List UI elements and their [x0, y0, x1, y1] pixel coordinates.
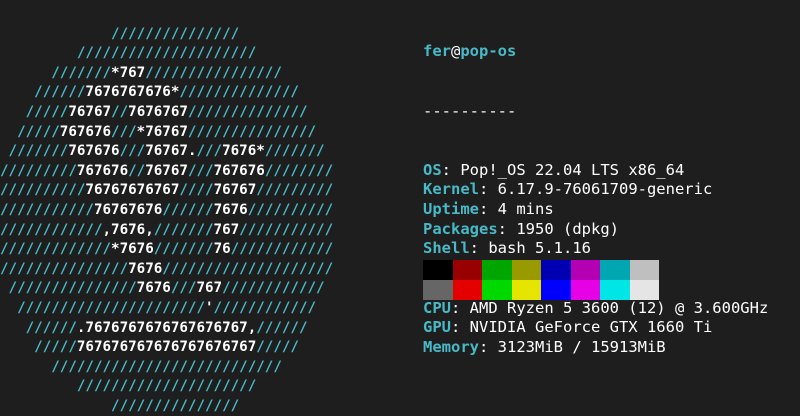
- info-key: Kernel: [423, 180, 479, 199]
- info-value: 4 mins: [497, 200, 554, 219]
- info-colon: :: [497, 219, 517, 238]
- info-key: Shell: [423, 239, 470, 258]
- terminal-window[interactable]: /////////////// ///////////////////// //…: [0, 0, 800, 414]
- system-info: fer@pop-os ---------- OS: Pop!_OS 22.04 …: [423, 3, 795, 397]
- at-sign: @: [451, 42, 461, 61]
- bright-colors-row: [423, 280, 659, 300]
- normal-color-swatch-5: [570, 260, 600, 280]
- info-key: CPU: [423, 298, 451, 317]
- info-colon: :: [451, 298, 470, 317]
- info-colon: :: [479, 200, 498, 219]
- info-kernel: Kernel: 6.17.9-76061709-generic: [423, 180, 795, 200]
- info-key: Uptime: [423, 200, 479, 219]
- bright-color-swatch-3: [511, 280, 541, 300]
- normal-color-swatch-4: [541, 260, 571, 280]
- normal-color-swatch-2: [482, 260, 512, 280]
- info-value: 3123MiB / 15913MiB: [497, 337, 666, 356]
- info-os: OS: Pop!_OS 22.04 LTS x86_64: [423, 161, 795, 181]
- info-key: Packages: [423, 219, 498, 238]
- username: fer: [423, 42, 451, 61]
- normal-color-swatch-6: [600, 260, 630, 280]
- info-colon: :: [469, 239, 489, 258]
- info-value: bash 5.1.16: [488, 239, 591, 258]
- info-colon: :: [441, 160, 461, 179]
- info-key: Memory: [423, 337, 479, 356]
- info-key: GPU: [423, 318, 451, 337]
- info-value: NVIDIA GeForce GTX 1660 Ti: [469, 318, 713, 337]
- info-packages: Packages: 1950 (dpkg): [423, 220, 795, 240]
- normal-color-swatch-0: [423, 260, 453, 280]
- bright-color-swatch-0: [423, 280, 453, 300]
- normal-color-swatch-3: [511, 260, 541, 280]
- color-palette: [423, 260, 659, 300]
- info-key: OS: [423, 160, 442, 179]
- info-colon: :: [479, 180, 498, 199]
- info-uptime: Uptime: 4 mins: [423, 200, 795, 220]
- info-memory: Memory: 3123MiB / 15913MiB: [423, 338, 795, 358]
- info-cpu: CPU: AMD Ryzen 5 3600 (12) @ 3.600GHz: [423, 299, 795, 319]
- info-gpu: GPU: NVIDIA GeForce GTX 1660 Ti: [423, 318, 795, 338]
- bright-color-swatch-2: [482, 280, 512, 300]
- normal-color-swatch-7: [629, 260, 659, 280]
- bright-color-swatch-4: [541, 280, 571, 300]
- title-line: fer@pop-os: [423, 42, 795, 62]
- normal-color-swatch-1: [452, 260, 482, 280]
- separator-line: ----------: [423, 101, 517, 120]
- bright-color-swatch-1: [452, 280, 482, 300]
- info-value: Pop!_OS 22.04 LTS x86_64: [460, 160, 685, 179]
- info-shell: Shell: bash 5.1.16: [423, 239, 795, 259]
- info-colon: :: [451, 318, 470, 337]
- normal-colors-row: [423, 260, 659, 280]
- info-value: AMD Ryzen 5 3600 (12) @ 3.600GHz: [469, 298, 769, 317]
- bright-color-swatch-5: [570, 280, 600, 300]
- info-value: 1950 (dpkg): [516, 219, 619, 238]
- bright-color-swatch-6: [600, 280, 630, 300]
- hostname: pop-os: [460, 42, 517, 61]
- info-colon: :: [479, 337, 498, 356]
- bright-color-swatch-7: [629, 280, 659, 300]
- info-value: 6.17.9-76061709-generic: [497, 180, 713, 199]
- pop-os-ascii-logo: /////////////// ///////////////////// //…: [0, 25, 334, 414]
